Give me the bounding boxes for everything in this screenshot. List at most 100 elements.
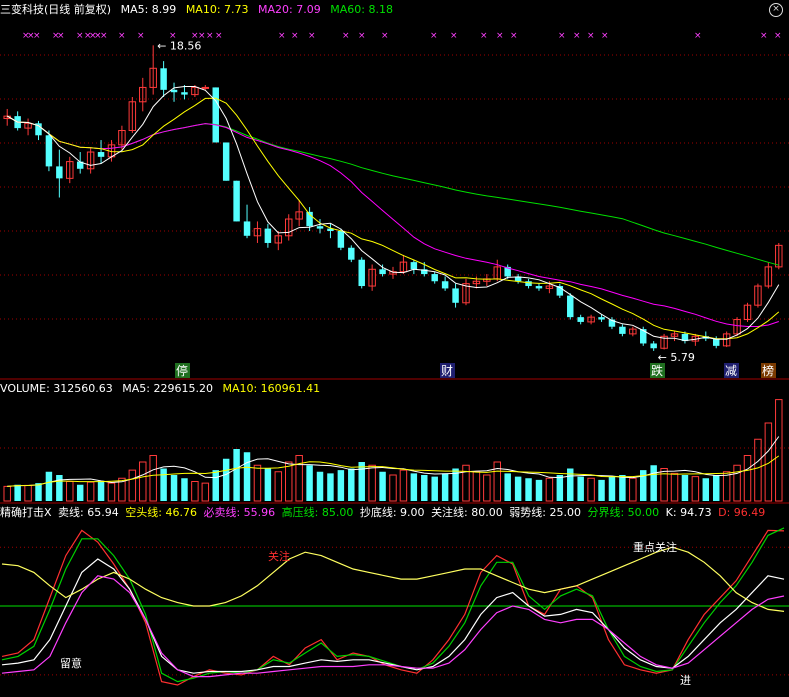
volume-bar — [587, 477, 595, 502]
top-marker: × — [573, 31, 581, 41]
candle — [598, 317, 605, 320]
candle — [379, 269, 386, 275]
volume-bar — [86, 481, 95, 502]
volume-bar — [76, 484, 84, 501]
top-marker: × — [430, 31, 438, 41]
top-marker: × — [76, 31, 84, 41]
volume-bar — [139, 461, 147, 502]
volume-bar — [316, 471, 324, 501]
volume-bar — [691, 476, 700, 502]
top-marker: × — [215, 31, 223, 41]
top-marker: × — [358, 31, 366, 41]
top-marker: × — [601, 31, 609, 41]
candle — [577, 317, 584, 322]
volume-bar — [253, 464, 262, 502]
event-tag: 减 — [725, 364, 737, 378]
volume-bar — [493, 461, 501, 502]
volume-bar — [743, 455, 752, 502]
volume-bar — [358, 462, 365, 501]
candle — [452, 288, 459, 303]
volume-bar — [107, 482, 116, 502]
volume-bar — [577, 476, 584, 501]
volume-bar — [14, 484, 21, 501]
candle — [243, 221, 251, 236]
signal-annotation: 留意 — [60, 656, 82, 670]
signal-annotation: 进 — [680, 674, 691, 687]
top-marker: × — [587, 31, 595, 41]
indicator-series — [1, 546, 785, 612]
candle — [181, 92, 188, 95]
low-price-label: ← 5.79 — [658, 351, 695, 364]
candle — [441, 281, 449, 289]
ma60-line — [6, 115, 779, 266]
volume-bar — [337, 470, 345, 501]
top-marker: × — [450, 31, 458, 41]
volume-bar — [56, 475, 63, 501]
signal-annotation: 关注 — [268, 549, 290, 563]
top-marker: × — [118, 31, 126, 41]
volume-bar — [233, 449, 240, 501]
volume-bar — [619, 475, 626, 501]
volume-bar — [149, 455, 157, 502]
volume-bar — [775, 399, 783, 502]
volume-bar — [201, 482, 210, 502]
volume-bar — [285, 461, 293, 502]
volume-bar — [472, 471, 481, 502]
signal-annotation: 重点关注 — [633, 540, 677, 554]
candle — [212, 87, 219, 143]
indicator-series — [1, 558, 785, 674]
volume-bar — [327, 473, 334, 501]
candle — [201, 86, 210, 89]
top-marker: × — [198, 31, 206, 41]
volume-bar — [212, 470, 219, 501]
volume-bar — [128, 469, 137, 502]
volume-bar — [243, 452, 251, 501]
volume-bar — [681, 475, 689, 501]
event-tag: 跌 — [651, 363, 663, 378]
top-marker: × — [308, 31, 316, 41]
candle — [56, 166, 63, 179]
volume-bar — [754, 438, 762, 502]
volume-ma5-line — [7, 436, 780, 487]
volume-bar — [545, 477, 554, 502]
volume-bar — [441, 473, 449, 501]
volume-bar — [712, 475, 720, 501]
candle — [233, 180, 240, 222]
volume-bar — [66, 481, 74, 502]
volume-bar — [191, 481, 199, 502]
top-marker: × — [342, 31, 350, 41]
volume-bar — [431, 476, 438, 501]
candle — [358, 259, 365, 287]
top-marker: × — [100, 31, 108, 41]
top-marker: × — [480, 31, 488, 41]
volume-bar — [670, 472, 679, 502]
volume-bar — [35, 483, 42, 501]
volume-bar — [410, 473, 418, 501]
volume-bar — [722, 471, 731, 502]
volume-bar — [264, 468, 272, 501]
candle — [348, 247, 355, 260]
top-marker: × — [57, 31, 65, 41]
candle — [712, 338, 720, 346]
candle — [431, 274, 438, 282]
ma5-line — [6, 86, 780, 342]
candle — [264, 228, 272, 243]
candle — [410, 262, 418, 270]
high-price-label: ← 18.56 — [157, 39, 201, 52]
volume-bar — [504, 473, 511, 501]
candle — [337, 231, 345, 248]
top-marker: × — [510, 31, 518, 41]
top-marker: × — [558, 31, 566, 41]
volume-bar — [514, 476, 522, 501]
volume-bar — [389, 474, 397, 502]
candle — [170, 89, 178, 93]
ma10-line — [6, 97, 780, 340]
top-marker: × — [291, 31, 299, 41]
volume-bar — [379, 471, 386, 501]
volume-bar — [348, 468, 355, 501]
volume-bar — [525, 478, 532, 501]
top-marker: × — [278, 31, 286, 41]
chart-canvas[interactable]: ← 18.56← 5.79××× ×× × ×××× × × × × × × × × × × × × × × × × ×… — [0, 0, 789, 697]
top-marker: × — [760, 31, 768, 41]
candle — [97, 152, 105, 157]
